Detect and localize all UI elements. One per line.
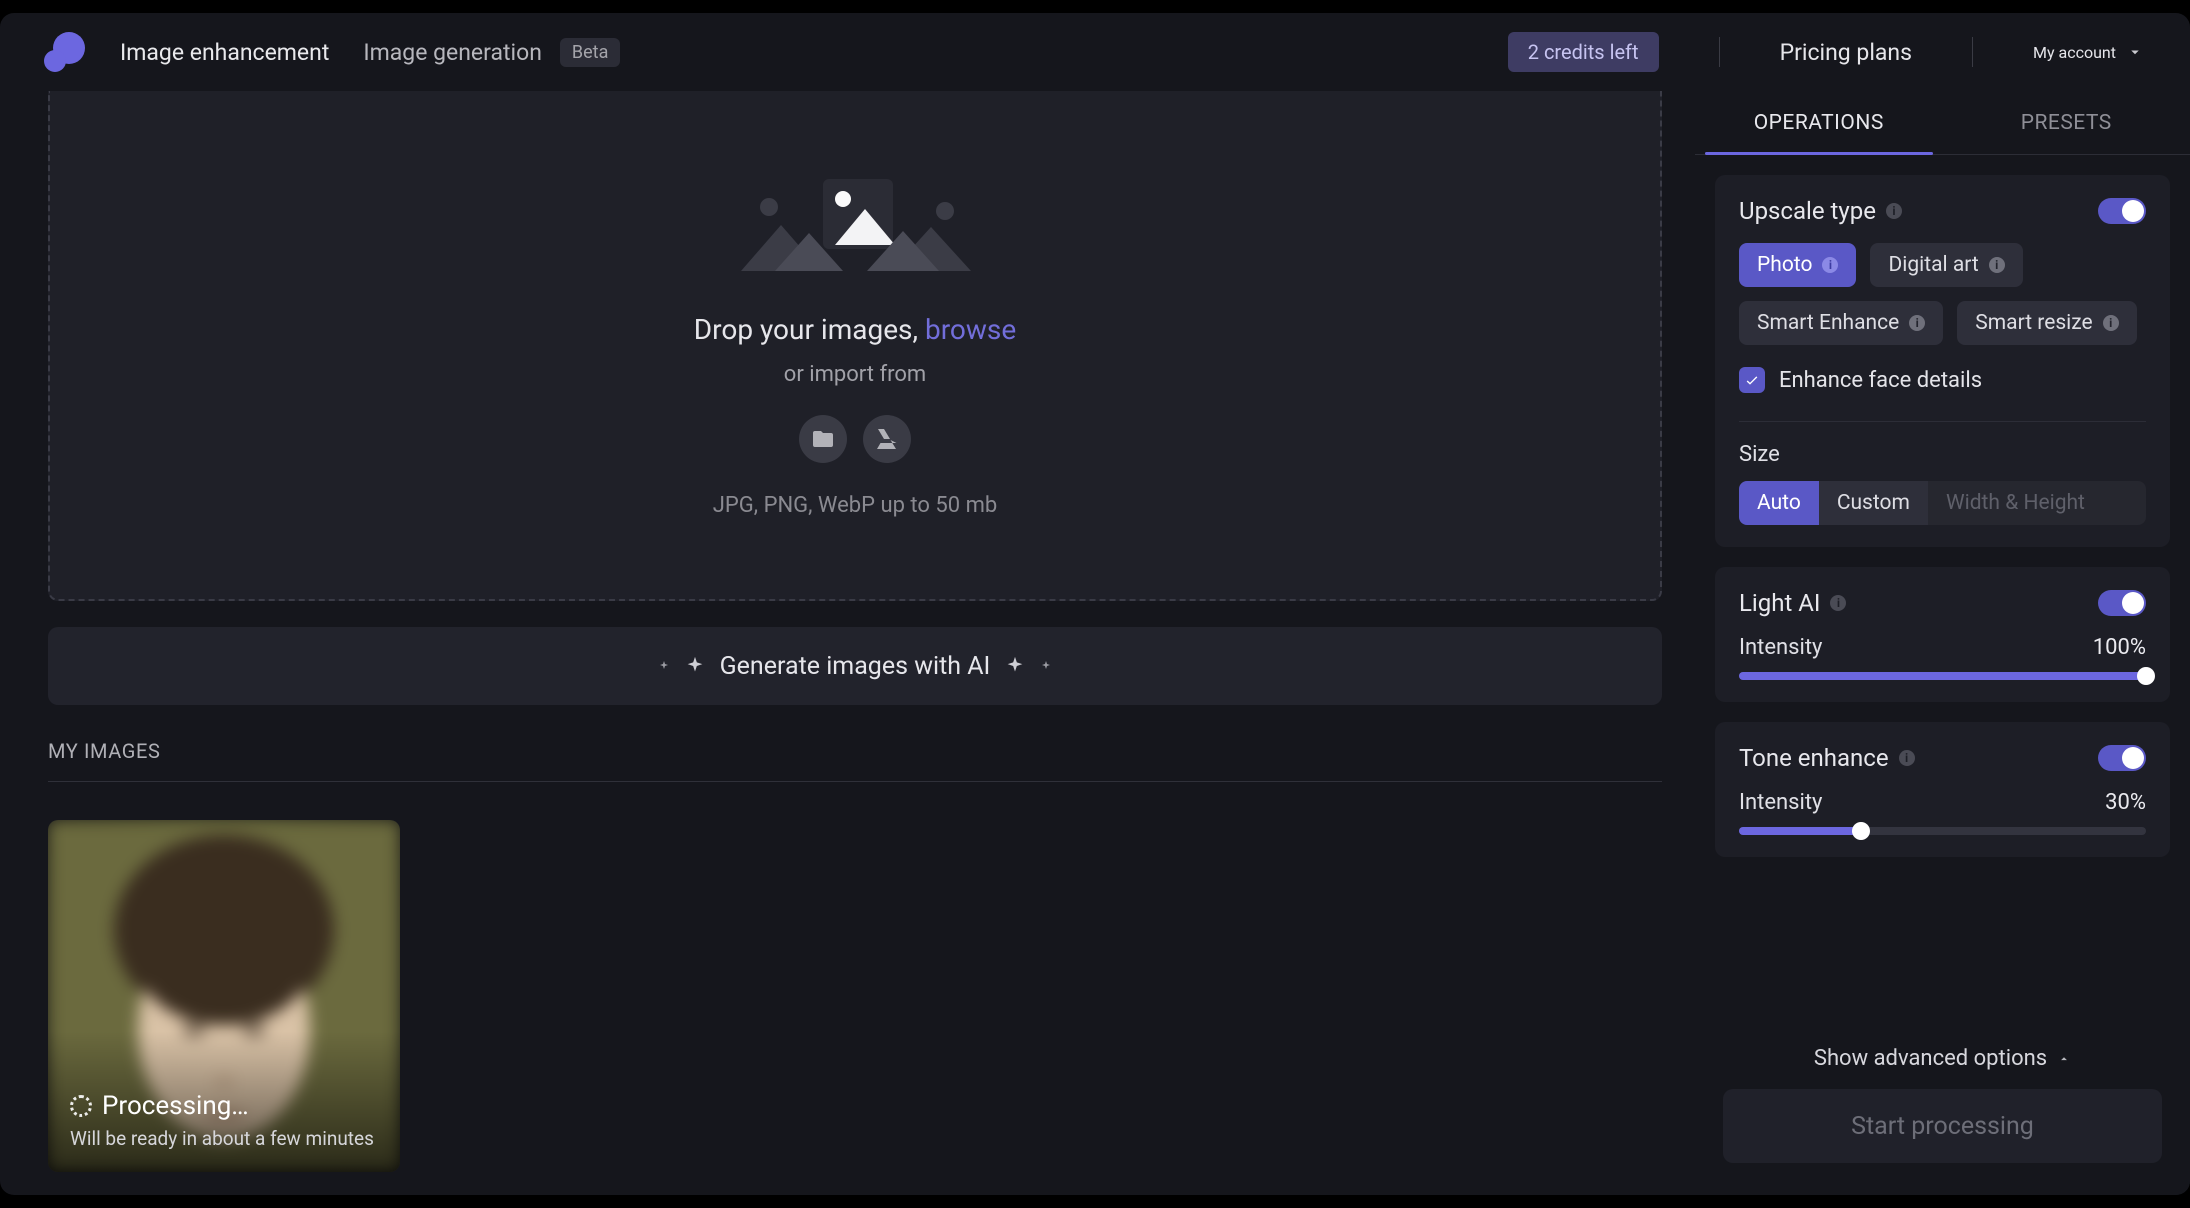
folder-icon	[811, 427, 835, 451]
upscale-toggle[interactable]	[2098, 198, 2146, 224]
dropzone-title: Drop your images, browse	[694, 313, 1016, 346]
tab-operations[interactable]: OPERATIONS	[1695, 91, 1943, 154]
image-placeholder-icon	[735, 173, 975, 283]
image-thumbnail[interactable]: Processing… Will be ready in about a few…	[48, 820, 400, 1172]
show-advanced-link[interactable]: Show advanced options	[1723, 1046, 2162, 1071]
sidebar-scroll[interactable]: Upscale type i Photo i Digital art	[1695, 155, 2190, 1028]
light-intensity-row: Intensity 100%	[1739, 635, 2146, 660]
nav-generation-group: Image generation Beta	[363, 38, 620, 67]
beta-badge: Beta	[560, 38, 620, 67]
sparkle-icon	[1004, 655, 1026, 677]
chip-smart-enhance[interactable]: Smart Enhance i	[1739, 301, 1943, 345]
header: Image enhancement Image generation Beta …	[0, 13, 2190, 91]
info-icon[interactable]: i	[2103, 315, 2119, 331]
logo-icon	[40, 29, 86, 75]
start-processing-button[interactable]: Start processing	[1723, 1089, 2162, 1163]
app-window: Image enhancement Image generation Beta …	[0, 13, 2190, 1195]
header-divider	[1719, 37, 1720, 67]
formats-hint: JPG, PNG, WebP up to 50 mb	[713, 493, 997, 518]
import-drive-button[interactable]	[863, 415, 911, 463]
google-drive-icon	[875, 427, 899, 451]
light-intensity-slider[interactable]	[1739, 672, 2146, 680]
my-images-title: MY IMAGES	[48, 739, 1662, 763]
spinner-icon	[70, 1095, 92, 1117]
sidebar-tabs: OPERATIONS PRESETS	[1695, 91, 2190, 155]
sparkle-icon	[1040, 660, 1052, 672]
tone-intensity-value: 30%	[2105, 790, 2146, 815]
info-icon[interactable]: i	[1909, 315, 1925, 331]
tone-enhance-toggle[interactable]	[2098, 745, 2146, 771]
thumbnail-status: Processing…	[70, 1091, 378, 1121]
tab-presets[interactable]: PRESETS	[1943, 91, 2190, 154]
chip-photo[interactable]: Photo i	[1739, 243, 1856, 287]
panel-upscale: Upscale type i Photo i Digital art	[1715, 175, 2170, 547]
info-icon[interactable]: i	[1886, 203, 1902, 219]
generate-ai-label: Generate images with AI	[720, 652, 991, 681]
import-folder-button[interactable]	[799, 415, 847, 463]
tone-intensity-row: Intensity 30%	[1739, 790, 2146, 815]
main-column: Drop your images, browse or import from …	[0, 91, 1694, 1195]
enhance-face-checkbox[interactable]: Enhance face details	[1739, 367, 2146, 393]
dropzone-subtitle: or import from	[784, 362, 926, 387]
chevron-up-icon	[2057, 1052, 2071, 1066]
size-input[interactable]: Width & Height	[1928, 481, 2146, 525]
light-ai-toggle[interactable]	[2098, 590, 2146, 616]
images-grid: Processing… Will be ready in about a few…	[48, 820, 1662, 1172]
upscale-chips: Photo i Digital art i Smart Enhance i	[1739, 243, 2146, 345]
upscale-title: Upscale type i	[1739, 197, 1902, 225]
info-icon[interactable]: i	[1830, 595, 1846, 611]
header-divider	[1972, 37, 1973, 67]
info-icon[interactable]: i	[1899, 750, 1915, 766]
pricing-link[interactable]: Pricing plans	[1780, 39, 1912, 66]
light-intensity-value: 100%	[2093, 635, 2146, 660]
import-sources	[799, 415, 911, 463]
sidebar-footer: Show advanced options Start processing	[1695, 1028, 2190, 1195]
account-menu[interactable]: My account	[2033, 43, 2144, 62]
thumbnail-subtext: Will be ready in about a few minutes	[70, 1127, 378, 1150]
nav-generation[interactable]: Image generation	[363, 39, 542, 66]
checkbox-icon	[1739, 367, 1765, 393]
chevron-down-icon	[2126, 43, 2144, 61]
divider	[48, 781, 1662, 782]
sparkle-icon	[684, 655, 706, 677]
account-label: My account	[2033, 43, 2116, 62]
panel-light-ai: Light AI i Intensity 100%	[1715, 567, 2170, 702]
tone-enhance-title: Tone enhance i	[1739, 744, 1915, 772]
chip-digital-art[interactable]: Digital art i	[1870, 243, 2022, 287]
size-custom-button[interactable]: Custom	[1819, 481, 1928, 525]
upload-dropzone[interactable]: Drop your images, browse or import from …	[48, 91, 1662, 601]
tone-intensity-slider[interactable]	[1739, 827, 2146, 835]
size-auto-button[interactable]: Auto	[1739, 481, 1819, 525]
info-icon[interactable]: i	[1989, 257, 2005, 273]
light-ai-title: Light AI i	[1739, 589, 1846, 617]
generate-ai-button[interactable]: Generate images with AI	[48, 627, 1662, 705]
credits-badge[interactable]: 2 credits left	[1508, 32, 1659, 72]
panel-tone-enhance: Tone enhance i Intensity 30%	[1715, 722, 2170, 857]
sparkle-icon	[658, 660, 670, 672]
info-icon[interactable]: i	[1822, 257, 1838, 273]
size-selector: Auto Custom Width & Height	[1739, 481, 2146, 525]
chip-smart-resize[interactable]: Smart resize i	[1957, 301, 2136, 345]
body: Drop your images, browse or import from …	[0, 91, 2190, 1195]
browse-link[interactable]: browse	[925, 313, 1016, 346]
size-title: Size	[1739, 442, 2146, 467]
nav-enhancement[interactable]: Image enhancement	[120, 39, 329, 66]
settings-sidebar: OPERATIONS PRESETS Upscale type i	[1694, 91, 2190, 1195]
